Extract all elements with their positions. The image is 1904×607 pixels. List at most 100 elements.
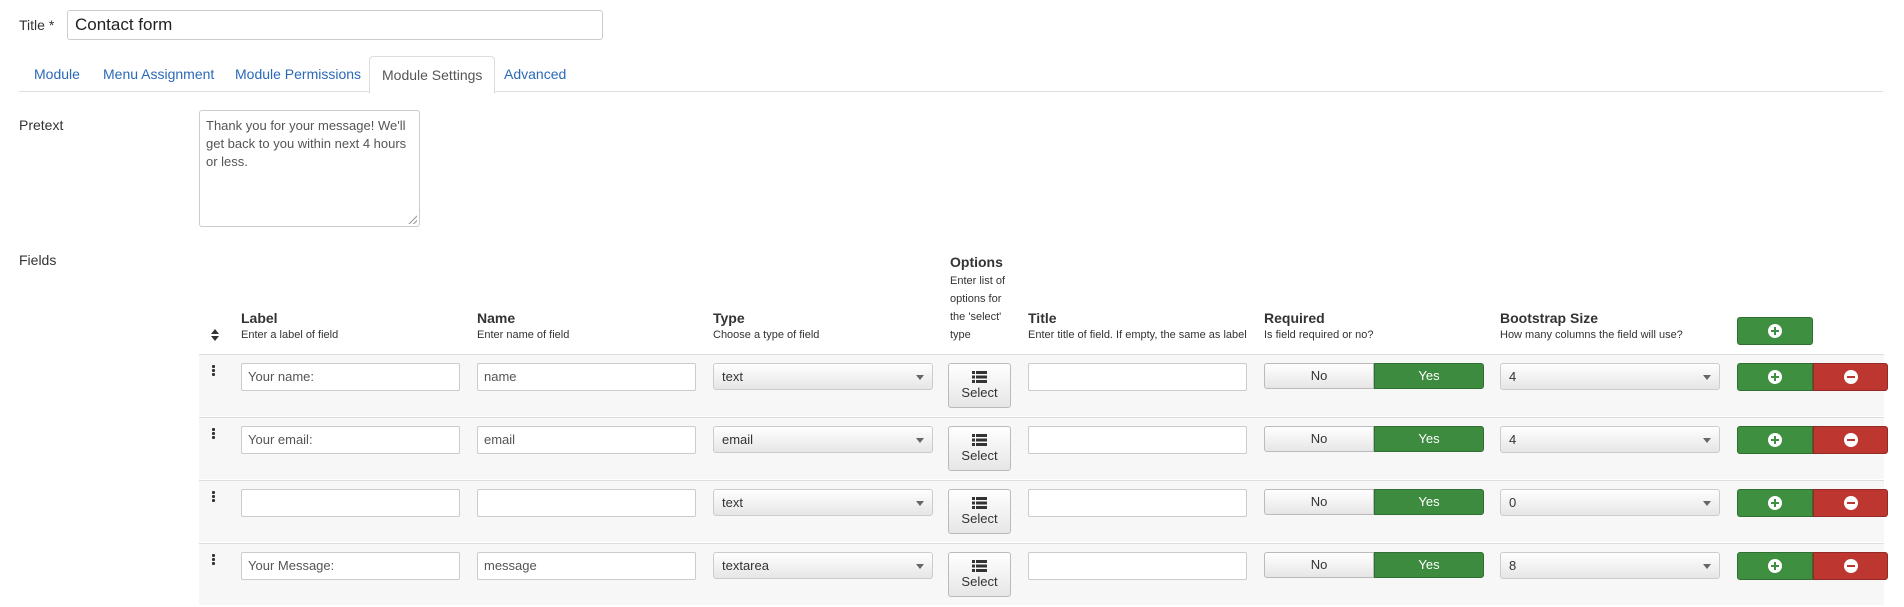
col-header-label: Label Enter a label of field <box>241 310 338 341</box>
minus-circle-icon <box>1843 496 1858 510</box>
type-select[interactable]: textarea <box>713 552 933 579</box>
name-input[interactable] <box>477 489 696 517</box>
title-field-input[interactable] <box>1028 363 1247 391</box>
table-row: text Select No Yes 0 <box>199 480 1888 542</box>
type-select[interactable]: text <box>713 363 933 390</box>
col-type-title: Type <box>713 310 745 326</box>
add-row-button[interactable] <box>1737 426 1813 454</box>
add-field-button[interactable] <box>1737 317 1813 345</box>
list-icon <box>972 497 987 509</box>
sort-icon[interactable] <box>210 328 220 342</box>
add-row-button[interactable] <box>1737 363 1813 391</box>
options-select-button[interactable]: Select <box>948 363 1011 408</box>
plus-circle-icon <box>1768 370 1782 384</box>
list-icon <box>972 560 987 572</box>
chevron-down-icon <box>1703 501 1711 506</box>
title-field-input[interactable] <box>1028 552 1247 580</box>
pretext-textarea[interactable]: Thank you for your message! We'll get ba… <box>199 110 420 227</box>
options-select-button[interactable]: Select <box>948 552 1011 597</box>
drag-handle-icon[interactable] <box>212 554 215 566</box>
required-toggle: No Yes <box>1264 426 1484 452</box>
minus-circle-icon <box>1843 559 1858 573</box>
col-title-hint: Enter title of field. If empty, the same… <box>1028 329 1247 341</box>
table-row: Your email: email email Select No Yes 4 <box>199 417 1888 479</box>
add-row-button[interactable] <box>1737 489 1813 517</box>
label-input[interactable] <box>241 489 460 517</box>
name-input[interactable]: message <box>477 552 696 580</box>
bootstrap-size-select[interactable]: 8 <box>1500 552 1720 579</box>
col-header-required: Required Is field required or no? <box>1264 310 1373 341</box>
bootstrap-size-select[interactable]: 4 <box>1500 426 1720 453</box>
name-input[interactable]: email <box>477 426 696 454</box>
required-yes-button[interactable]: Yes <box>1374 426 1484 452</box>
col-type-hint: Choose a type of field <box>713 329 820 341</box>
chevron-down-icon <box>916 375 924 380</box>
required-yes-button[interactable]: Yes <box>1374 363 1484 389</box>
col-options-title: Options <box>950 254 1003 270</box>
col-header-type: Type Choose a type of field <box>713 310 819 341</box>
tab-module-settings[interactable]: Module Settings <box>369 56 496 94</box>
drag-handle-icon[interactable] <box>212 491 215 503</box>
title-input[interactable] <box>67 10 603 40</box>
title-field-input[interactable] <box>1028 426 1247 454</box>
type-select[interactable]: text <box>713 489 933 516</box>
col-required-hint: Is field required or no? <box>1264 329 1374 341</box>
plus-circle-icon <box>1768 559 1782 573</box>
type-select[interactable]: email <box>713 426 933 453</box>
required-yes-button[interactable]: Yes <box>1374 489 1484 515</box>
name-input[interactable]: name <box>477 363 696 391</box>
required-yes-button[interactable]: Yes <box>1374 552 1484 578</box>
col-title-title: Title <box>1028 310 1057 326</box>
pretext-value: Thank you for your message! We'll get ba… <box>206 118 407 169</box>
tab-menu-assignment[interactable]: Menu Assignment <box>103 56 214 92</box>
required-toggle: No Yes <box>1264 363 1484 389</box>
drag-handle-icon[interactable] <box>212 428 215 440</box>
pretext-label: Pretext <box>19 117 64 133</box>
plus-circle-icon <box>1768 496 1782 510</box>
remove-row-button[interactable] <box>1813 426 1888 454</box>
remove-row-button[interactable] <box>1813 489 1888 517</box>
remove-row-button[interactable] <box>1813 363 1888 391</box>
col-name-hint: Enter name of field <box>477 329 570 341</box>
required-no-button[interactable]: No <box>1264 489 1374 515</box>
tab-advanced[interactable]: Advanced <box>504 56 566 92</box>
bootstrap-size-select[interactable]: 0 <box>1500 489 1720 516</box>
col-options-hint: Enter list of options for the 'select' t… <box>950 275 1006 341</box>
required-no-button[interactable]: No <box>1264 552 1374 578</box>
resize-grip-icon[interactable] <box>408 215 417 224</box>
col-header-bootstrap: Bootstrap Size How many columns the fiel… <box>1500 310 1683 341</box>
tab-module-permissions[interactable]: Module Permissions <box>235 56 361 92</box>
bootstrap-size-select[interactable]: 4 <box>1500 363 1720 390</box>
label-input[interactable]: Your Message: <box>241 552 460 580</box>
chevron-down-icon <box>1703 564 1711 569</box>
required-no-button[interactable]: No <box>1264 426 1374 452</box>
minus-circle-icon <box>1843 370 1858 384</box>
label-input[interactable]: Your name: <box>241 363 460 391</box>
drag-handle-icon[interactable] <box>212 365 215 377</box>
title-field-input[interactable] <box>1028 489 1247 517</box>
label-input[interactable]: Your email: <box>241 426 460 454</box>
tab-bar: Module Menu Assignment Module Permission… <box>19 56 1883 94</box>
col-header-name: Name Enter name of field <box>477 310 569 341</box>
required-no-button[interactable]: No <box>1264 363 1374 389</box>
col-bootstrap-hint: How many columns the field will use? <box>1500 329 1683 341</box>
minus-circle-icon <box>1843 433 1858 447</box>
required-toggle: No Yes <box>1264 552 1484 578</box>
add-row-button[interactable] <box>1737 552 1813 580</box>
remove-row-button[interactable] <box>1813 552 1888 580</box>
options-select-button[interactable]: Select <box>948 426 1011 471</box>
table-row: Your name: name text Select No Yes 4 <box>199 354 1888 416</box>
chevron-down-icon <box>1703 438 1711 443</box>
options-select-button[interactable]: Select <box>948 489 1011 534</box>
col-required-title: Required <box>1264 310 1325 326</box>
chevron-down-icon <box>916 564 924 569</box>
col-header-title: Title Enter title of field. If empty, th… <box>1028 310 1247 341</box>
chevron-down-icon <box>1703 375 1711 380</box>
fields-label: Fields <box>19 252 57 268</box>
tab-module[interactable]: Module <box>34 56 80 92</box>
title-label: Title * <box>19 17 55 33</box>
plus-circle-icon <box>1768 433 1782 447</box>
list-icon <box>972 371 987 383</box>
col-bootstrap-title: Bootstrap Size <box>1500 310 1599 326</box>
chevron-down-icon <box>916 501 924 506</box>
